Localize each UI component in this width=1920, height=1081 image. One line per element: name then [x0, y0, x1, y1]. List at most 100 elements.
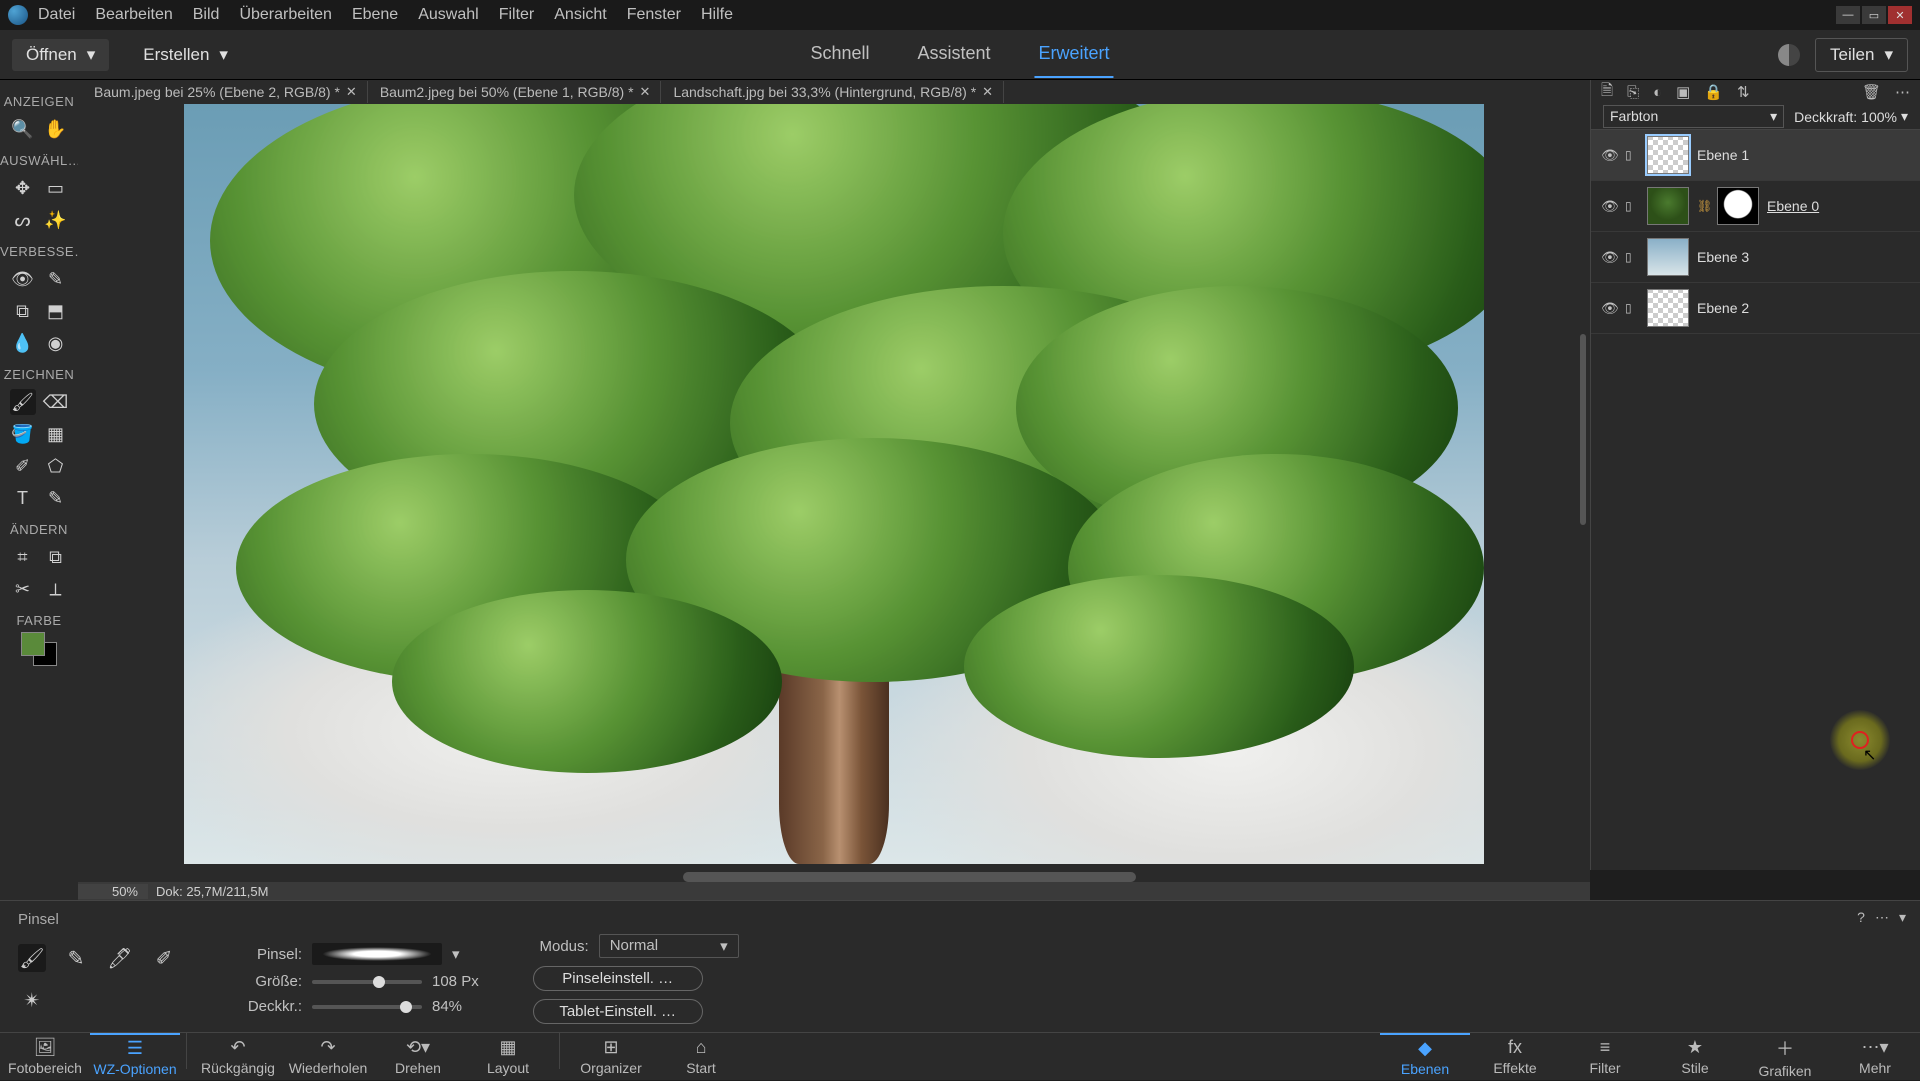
canvas[interactable]	[184, 104, 1484, 864]
menu-item[interactable]: Bearbeiten	[95, 6, 172, 24]
eraser-tool-icon[interactable]: ⌫	[43, 389, 69, 415]
lasso-tool-icon[interactable]: ᔕ	[10, 207, 36, 233]
blend-mode-select[interactable]: Normal▾	[599, 934, 739, 958]
size-value[interactable]: 108 Px	[432, 973, 479, 990]
mode-expert[interactable]: Erweitert	[1035, 31, 1114, 78]
brush-variant-icon[interactable]: 🖊	[106, 944, 134, 972]
trash-icon[interactable]: 🗑	[1862, 83, 1881, 101]
taskbar-more[interactable]: ⋯▾Mehr	[1830, 1033, 1920, 1081]
brush-variant-icon[interactable]: ✎	[62, 944, 90, 972]
redeye-tool-icon[interactable]: 👁	[10, 266, 36, 292]
lock-icon[interactable]: ▯	[1625, 301, 1639, 315]
layer-row[interactable]: 👁 ▯ Ebene 1	[1591, 130, 1920, 181]
crop-tool-icon[interactable]: ⌗	[10, 544, 36, 570]
help-icon[interactable]: ?	[1857, 909, 1865, 926]
layer-row[interactable]: 👁 ▯ Ebene 3	[1591, 232, 1920, 283]
taskbar-tooloptions[interactable]: ☰WZ-Optionen	[90, 1033, 180, 1081]
taskbar-undo[interactable]: ↶Rückgängig	[193, 1033, 283, 1081]
close-tab-icon[interactable]: ✕	[346, 84, 357, 100]
document-tab[interactable]: Landschaft.jpg bei 33,3% (Hintergrund, R…	[663, 81, 1004, 103]
hand-tool-icon[interactable]: ✋	[43, 116, 69, 142]
brush-variant-icon[interactable]: 🖌	[18, 944, 46, 972]
text-tool-icon[interactable]: T	[10, 485, 36, 511]
color-swatch[interactable]	[19, 632, 59, 666]
brush-variant-icon[interactable]: ✴	[18, 986, 46, 1014]
shape-tool-icon[interactable]: ⬠	[43, 453, 69, 479]
layer-thumb[interactable]	[1647, 289, 1689, 327]
tablet-settings-button[interactable]: Tablet-Einstell. …	[533, 999, 703, 1024]
mode-guided[interactable]: Assistent	[914, 31, 995, 78]
menu-item[interactable]: Ansicht	[554, 6, 606, 24]
menu-item[interactable]: Bild	[193, 6, 220, 24]
blur-tool-icon[interactable]: 💧	[10, 330, 36, 356]
layer-name[interactable]: Ebene 2	[1697, 300, 1749, 316]
pencil-tool-icon[interactable]: ✎	[43, 485, 69, 511]
taskbar-styles[interactable]: ★Stile	[1650, 1033, 1740, 1081]
lock-icon[interactable]: ▯	[1625, 148, 1639, 162]
new-layer-icon[interactable]: 🗎	[1601, 80, 1613, 105]
visibility-icon[interactable]: 👁	[1601, 198, 1617, 215]
layer-mask-thumb[interactable]	[1717, 187, 1759, 225]
theme-toggle-icon[interactable]	[1778, 44, 1800, 66]
move-tool-icon[interactable]: ✥	[10, 175, 36, 201]
opacity-slider[interactable]	[312, 1005, 422, 1009]
close-tab-icon[interactable]: ✕	[640, 84, 651, 100]
menu-item[interactable]: Datei	[38, 6, 75, 24]
menu-item[interactable]: Filter	[499, 6, 535, 24]
gradient-tool-icon[interactable]: ▦	[43, 421, 69, 447]
opacity-value[interactable]: 100%	[1861, 109, 1897, 125]
document-tab[interactable]: Baum.jpeg bei 25% (Ebene 2, RGB/8) *✕	[84, 81, 368, 103]
visibility-icon[interactable]: 👁	[1601, 249, 1617, 266]
menu-item[interactable]: Überarbeiten	[239, 6, 332, 24]
taskbar-layers[interactable]: ◆Ebenen	[1380, 1033, 1470, 1081]
taskbar-redo[interactable]: ↷Wiederholen	[283, 1033, 373, 1081]
brush-variant-icon[interactable]: ✐	[150, 944, 178, 972]
size-slider[interactable]	[312, 980, 422, 984]
adjustment-icon[interactable]: ◐	[1653, 84, 1662, 101]
taskbar-photobin[interactable]: 🖼Fotobereich	[0, 1033, 90, 1081]
zoom-level[interactable]: 50%	[78, 884, 148, 899]
clone-tool-icon[interactable]: ⧉	[10, 298, 36, 324]
zoom-tool-icon[interactable]: 🔍	[10, 116, 36, 142]
new-group-icon[interactable]: ⎘	[1627, 84, 1639, 101]
panel-menu-icon[interactable]: ⋯	[1895, 83, 1910, 101]
share-button[interactable]: Teilen ▾	[1815, 38, 1908, 72]
chevron-down-icon[interactable]: ▾	[452, 945, 460, 963]
content-move-tool-icon[interactable]: ✂	[10, 576, 36, 602]
lock-icon[interactable]: 🔒	[1704, 83, 1723, 101]
taskbar-rotate[interactable]: ⟲▾Drehen	[373, 1033, 463, 1081]
menu-icon[interactable]: ⋯	[1875, 909, 1889, 926]
vertical-scrollbar[interactable]	[1578, 104, 1588, 870]
collapse-icon[interactable]: ▾	[1899, 909, 1906, 926]
picker-tool-icon[interactable]: ✐	[10, 453, 36, 479]
taskbar-effects[interactable]: fxEffekte	[1470, 1033, 1560, 1081]
brush-preset-preview[interactable]	[312, 943, 442, 965]
brush-settings-button[interactable]: Pinseleinstell. …	[533, 966, 703, 991]
menu-item[interactable]: Ebene	[352, 6, 398, 24]
maximize-button[interactable]: ▭	[1862, 6, 1886, 24]
brush-tool-icon[interactable]: 🖌	[10, 389, 36, 415]
open-button[interactable]: Öffnen ▾	[12, 39, 109, 71]
opacity-value[interactable]: 84%	[432, 998, 462, 1015]
taskbar-layout[interactable]: ▦Layout	[463, 1033, 553, 1081]
layer-name[interactable]: Ebene 0	[1767, 198, 1819, 214]
link-icon[interactable]: ⇅	[1737, 83, 1750, 101]
layer-row[interactable]: 👁 ▯ Ebene 2	[1591, 283, 1920, 334]
lock-icon[interactable]: ▯	[1625, 250, 1639, 264]
close-button[interactable]: ✕	[1888, 6, 1912, 24]
taskbar-organizer[interactable]: ⊞Organizer	[566, 1033, 656, 1081]
sponge-tool-icon[interactable]: ◉	[43, 330, 69, 356]
visibility-icon[interactable]: 👁	[1601, 300, 1617, 317]
menu-item[interactable]: Hilfe	[701, 6, 733, 24]
recompose-tool-icon[interactable]: ⧉	[43, 544, 69, 570]
bucket-tool-icon[interactable]: 🪣	[10, 421, 36, 447]
layer-name[interactable]: Ebene 1	[1697, 147, 1749, 163]
document-tab[interactable]: Baum2.jpeg bei 50% (Ebene 1, RGB/8) *✕	[370, 81, 662, 103]
mode-quick[interactable]: Schnell	[806, 31, 873, 78]
minimize-button[interactable]: —	[1836, 6, 1860, 24]
foreground-color-swatch[interactable]	[21, 632, 45, 656]
layer-name[interactable]: Ebene 3	[1697, 249, 1749, 265]
menu-item[interactable]: Auswahl	[418, 6, 478, 24]
healing-tool-icon[interactable]: ✎	[43, 266, 69, 292]
straighten-tool-icon[interactable]: ⟂	[43, 576, 69, 602]
